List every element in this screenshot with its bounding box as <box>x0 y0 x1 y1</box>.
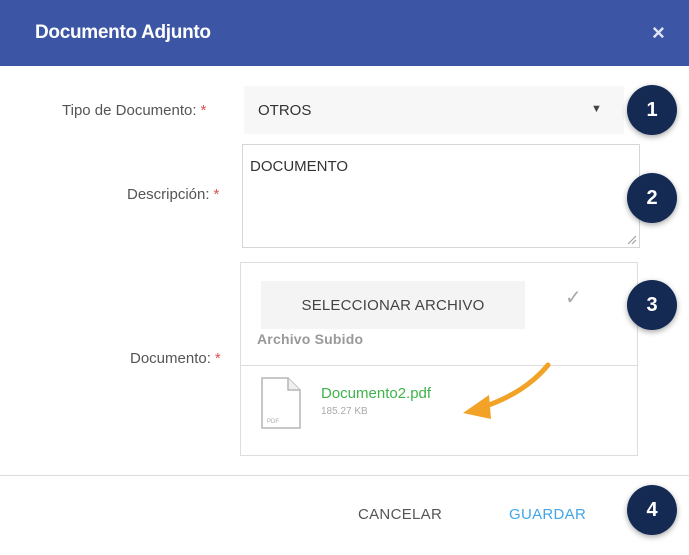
step-badge-4: 4 <box>627 485 677 535</box>
dropdown-arrow-icon: ▼ <box>591 103 602 115</box>
file-size: 185.27 KB <box>321 406 368 417</box>
descripcion-label-text: Descripción: <box>127 186 210 203</box>
annotation-arrow-icon <box>463 362 551 419</box>
dialog-title: Documento Adjunto <box>35 22 211 43</box>
tipo-select[interactable]: OTROS ▼ <box>244 86 624 134</box>
uploaded-file-heading: Archivo Subido <box>257 331 364 347</box>
uploaded-file-link[interactable]: Documento2.pdf <box>321 385 431 402</box>
cancel-button[interactable]: CANCELAR <box>358 506 442 523</box>
dialog-header: Documento Adjunto × <box>0 0 689 66</box>
file-upload-box: SELECCIONAR ARCHIVO ✓ Archivo Subido PDF… <box>240 262 638 456</box>
dialog-footer: CANCELAR GUARDAR <box>0 475 689 555</box>
close-icon[interactable]: × <box>652 20 665 46</box>
resize-handle-icon[interactable] <box>627 235 637 245</box>
descripcion-label: Descripción: * <box>127 186 219 203</box>
step-badge-1: 1 <box>627 85 677 135</box>
pdf-file-icon: PDF <box>261 377 301 429</box>
descripcion-value: DOCUMENTO <box>250 158 349 175</box>
check-icon: ✓ <box>565 287 582 309</box>
divider <box>241 365 637 366</box>
required-marker: * <box>214 350 221 367</box>
save-button[interactable]: GUARDAR <box>509 506 586 523</box>
select-file-button[interactable]: SELECCIONAR ARCHIVO <box>261 281 525 329</box>
select-file-label: SELECCIONAR ARCHIVO <box>301 297 485 314</box>
documento-label: Documento: * <box>130 350 221 367</box>
svg-text:PDF: PDF <box>267 419 279 425</box>
document-dialog: Documento Adjunto × Tipo de Documento: * … <box>0 0 689 555</box>
step-badge-3: 3 <box>627 280 677 330</box>
documento-label-text: Documento: <box>130 350 211 367</box>
tipo-label: Tipo de Documento: * <box>62 102 206 119</box>
required-marker: * <box>200 102 207 119</box>
tipo-selected-value: OTROS <box>258 102 312 119</box>
descripcion-textarea[interactable]: DOCUMENTO <box>242 144 640 248</box>
required-marker: * <box>213 186 220 203</box>
tipo-label-text: Tipo de Documento: <box>62 102 197 119</box>
step-badge-2: 2 <box>627 173 677 223</box>
